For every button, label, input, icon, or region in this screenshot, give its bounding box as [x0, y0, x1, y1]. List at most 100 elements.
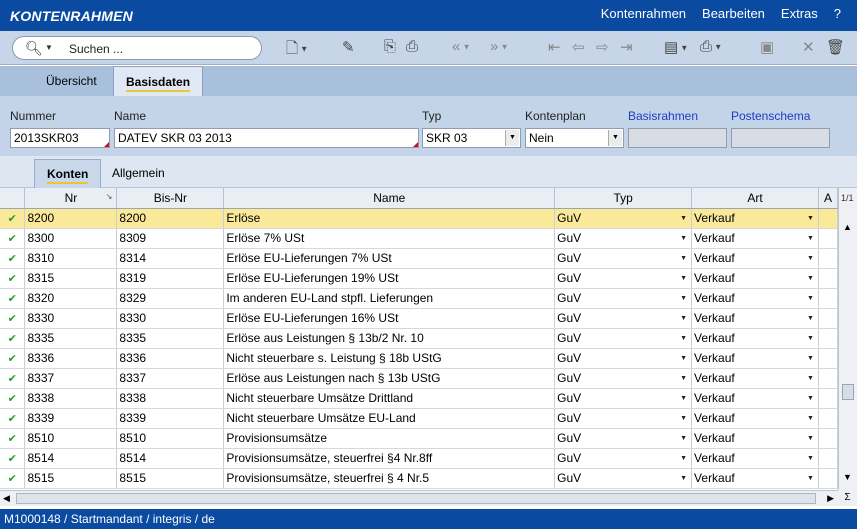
tab-allgemein[interactable]: Allgemein	[100, 159, 177, 188]
cell-typ-select[interactable]: GuV ▼	[554, 288, 693, 309]
cell-nr[interactable]: 8200	[24, 208, 118, 229]
cell-art-select[interactable]: Verkauf ▼	[691, 228, 819, 249]
cell-name[interactable]: Provisionsumsätze, steuerfrei §4 Nr.8ff	[223, 448, 556, 469]
cell-nr[interactable]: 8338	[24, 388, 118, 409]
last-record-icon[interactable]: ⇥	[620, 38, 633, 56]
chevron-down-icon[interactable]: ▼	[680, 295, 687, 302]
cell-a[interactable]	[818, 388, 838, 409]
cell-bisnr[interactable]: 8339	[116, 408, 225, 429]
cell-name[interactable]: Provisionsumsätze	[223, 428, 556, 449]
cell-a[interactable]	[818, 448, 838, 469]
cell-name[interactable]: Nicht steuerbare Umsätze Drittland	[223, 388, 556, 409]
cell-a[interactable]	[818, 348, 838, 369]
cell-bisnr[interactable]: 8319	[116, 268, 225, 289]
cell-art-select[interactable]: Verkauf ▼	[691, 328, 819, 349]
chevron-down-icon[interactable]: ▼	[680, 275, 687, 282]
cell-bisnr[interactable]: 8337	[116, 368, 225, 389]
cell-typ-select[interactable]: GuV ▼	[554, 428, 693, 449]
chevron-down-icon[interactable]: ▼	[807, 375, 814, 382]
vertical-scrollbar[interactable]: 1/1 ▲ ▼	[838, 188, 857, 490]
cell-bisnr[interactable]: 8309	[116, 228, 225, 249]
cancel-icon[interactable]: ✕	[802, 38, 815, 56]
prev-record-icon[interactable]: ⇦	[572, 38, 585, 56]
cell-a[interactable]	[818, 328, 838, 349]
cell-art-select[interactable]: Verkauf ▼	[691, 388, 819, 409]
chevron-down-icon[interactable]: ▼	[680, 355, 687, 362]
cell-art-select[interactable]: Verkauf ▼	[691, 408, 819, 429]
cell-typ-select[interactable]: GuV ▼	[554, 268, 693, 289]
cell-a[interactable]	[818, 368, 838, 389]
cell-bisnr[interactable]: 8200	[116, 208, 225, 229]
kontenplan-dropdown-icon[interactable]: ▼	[608, 130, 622, 146]
new-document-icon[interactable]: 🗋︎ ▼	[286, 38, 308, 63]
cell-name[interactable]: Nicht steuerbare Umsätze EU-Land	[223, 408, 556, 429]
sum-icon[interactable]: Σ	[838, 490, 857, 506]
cell-art-select[interactable]: Verkauf ▼	[691, 428, 819, 449]
chevron-down-icon[interactable]: ▼	[807, 335, 814, 342]
table-row[interactable]: ✔ 8510 8510 Provisionsumsätze GuV ▼ Verkauf ▼	[0, 428, 838, 449]
basisrahmen-link[interactable]: Basisrahmen	[628, 109, 698, 123]
chevron-down-icon[interactable]: ▼	[807, 435, 814, 442]
cell-a[interactable]	[818, 248, 838, 269]
cell-art-select[interactable]: Verkauf ▼	[691, 368, 819, 389]
cell-name[interactable]: Erlöse	[223, 208, 556, 229]
column-a-header[interactable]: A	[818, 188, 838, 209]
first-record-icon[interactable]: ⇤	[548, 38, 561, 56]
chevron-down-icon[interactable]: ▼	[807, 235, 814, 242]
chevron-down-icon[interactable]: ▼	[680, 415, 687, 422]
cell-name[interactable]: Erlöse EU-Lieferungen 7% USt	[223, 248, 556, 269]
column-nr-header[interactable]: Nr ↘	[24, 188, 118, 209]
chevron-down-icon[interactable]: ▼	[807, 355, 814, 362]
cell-bisnr[interactable]: 8330	[116, 308, 225, 329]
chevron-down-icon[interactable]: ▼	[807, 395, 814, 402]
cell-name[interactable]: Im anderen EU-Land stpfl. Lieferungen	[223, 288, 556, 309]
chevron-down-icon[interactable]: ▼	[680, 475, 687, 482]
cell-typ-select[interactable]: GuV ▼	[554, 368, 693, 389]
cell-nr[interactable]: 8315	[24, 268, 118, 289]
column-typ-header[interactable]: Typ	[554, 188, 693, 209]
scroll-right-icon[interactable]: ▶	[827, 493, 834, 504]
save-icon[interactable]: ▣	[760, 38, 774, 56]
cell-typ-select[interactable]: GuV ▼	[554, 468, 693, 489]
table-row[interactable]: ✔ 8310 8314 Erlöse EU-Lieferungen 7% USt GuV…	[0, 248, 838, 269]
table-row[interactable]: ✔ 8339 8339 Nicht steuerbare Umsätze EU-Lan…	[0, 408, 838, 429]
table-row[interactable]: ✔ 8330 8330 Erlöse EU-Lieferungen 16% USt Gu…	[0, 308, 838, 329]
chevron-down-icon[interactable]: ▼	[680, 395, 687, 402]
cell-nr[interactable]: 8310	[24, 248, 118, 269]
chevron-down-icon[interactable]: ▼	[807, 255, 814, 262]
cell-a[interactable]	[818, 408, 838, 429]
cell-typ-select[interactable]: GuV ▼	[554, 348, 693, 369]
horizontal-scroll-thumb[interactable]	[16, 493, 816, 504]
cell-typ-select[interactable]: GuV ▼	[554, 248, 693, 269]
kontenplan-select[interactable]: Nein ▼	[525, 128, 624, 148]
tab-basisdaten[interactable]: Basisdaten	[113, 66, 204, 96]
chevron-down-icon[interactable]: ▼	[680, 335, 687, 342]
name-field[interactable]: DATEV SKR 03 2013	[114, 128, 419, 148]
cell-a[interactable]	[818, 208, 838, 229]
cell-art-select[interactable]: Verkauf ▼	[691, 248, 819, 269]
cell-a[interactable]	[818, 308, 838, 329]
cell-typ-select[interactable]: GuV ▼	[554, 228, 693, 249]
cell-typ-select[interactable]: GuV ▼	[554, 208, 693, 229]
column-art-header[interactable]: Art	[691, 188, 819, 209]
table-row[interactable]: ✔ 8515 8515 Provisionsumsätze, steuerfrei §…	[0, 468, 838, 489]
cell-bisnr[interactable]: 8336	[116, 348, 225, 369]
forward-double-icon[interactable]: » ▼	[490, 38, 508, 55]
chevron-down-icon[interactable]: ▼	[680, 255, 687, 262]
cell-a[interactable]	[818, 428, 838, 449]
chevron-down-icon[interactable]: ▼	[807, 315, 814, 322]
search-input[interactable]: 🔍︎ ▼ Suchen ...	[12, 36, 262, 60]
table-row[interactable]: ✔ 8335 8335 Erlöse aus Leistungen § 13b/2 N…	[0, 328, 838, 349]
cell-bisnr[interactable]: 8329	[116, 288, 225, 309]
tab-konten[interactable]: Konten	[34, 159, 102, 188]
chevron-down-icon[interactable]: ▼	[680, 215, 687, 222]
typ-select[interactable]: SKR 03 ▼	[422, 128, 521, 148]
column-bisnr-header[interactable]: Bis-Nr	[116, 188, 225, 209]
edit-icon[interactable]: ✎︎	[342, 38, 355, 56]
export-icon[interactable]: ▤ ▼	[664, 38, 688, 56]
copy-icon[interactable]: ⎘	[384, 38, 396, 55]
cell-bisnr[interactable]: 8314	[116, 248, 225, 269]
cell-art-select[interactable]: Verkauf ▼	[691, 448, 819, 469]
postenschema-link[interactable]: Postenschema	[731, 109, 810, 123]
next-record-icon[interactable]: ⇨	[596, 38, 609, 56]
